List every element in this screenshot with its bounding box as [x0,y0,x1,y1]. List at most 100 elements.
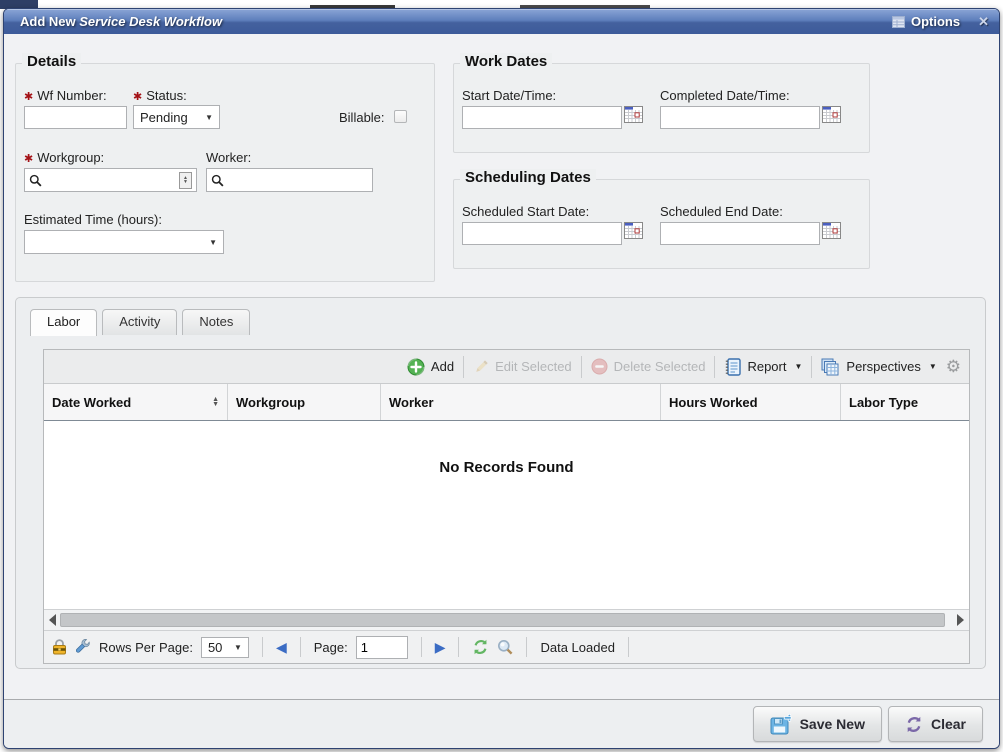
grid-body: No Records Found [44,421,969,609]
scheduled-start-field [462,222,643,245]
options-button[interactable]: Options [892,14,960,29]
tab-labor[interactable]: Labor [30,309,97,336]
worker-search-input[interactable] [224,170,368,190]
tab-notes[interactable]: Notes [182,309,250,335]
completed-datetime-label: Completed Date/Time: [660,88,790,103]
add-icon [407,358,425,376]
lock-icon[interactable] [52,639,67,655]
wrench-icon[interactable] [75,639,91,655]
status-divider [262,637,263,657]
chevron-down-icon: ▼ [201,238,217,247]
data-loaded-status: Data Loaded [540,640,614,655]
delete-selected-label: Delete Selected [614,359,706,374]
required-icon: ✱ [133,91,142,103]
page-label: Page: [314,640,348,655]
worker-search-field[interactable] [206,168,373,192]
grid-toolbar: Add Edit Selected Delete Sel [44,350,969,384]
calendar-icon[interactable] [822,106,841,123]
scroll-left-icon[interactable] [49,614,56,626]
refresh-icon[interactable] [472,639,489,655]
completed-datetime-field [660,106,841,129]
save-new-button[interactable]: Save New [753,706,882,742]
dialog-titlebar: Add New Service Desk Workflow Options ✕ [4,9,999,34]
clear-button[interactable]: Clear [888,706,983,742]
status-divider [421,637,422,657]
edit-selected-label: Edit Selected [495,359,572,374]
dialog-title-emphasis: Service Desk Workflow [79,14,222,29]
wf-number-label: ✱Wf Number: [24,88,107,103]
column-header-worker[interactable]: Worker [381,384,661,420]
chevron-down-icon: ▼ [794,362,802,371]
worker-label: Worker: [206,150,251,165]
column-header-date-worked[interactable]: Date Worked ▲ ▼ [44,384,228,420]
tab-strip: Labor Activity Notes [30,309,250,335]
add-button[interactable]: Add [407,358,454,376]
dialog-footer: Save New Clear [4,699,999,748]
rows-per-page-select[interactable]: 50 ▼ [201,637,249,658]
edit-selected-button[interactable]: Edit Selected [473,359,572,375]
scheduled-start-input[interactable] [462,222,622,245]
column-header-workgroup[interactable]: Workgroup [228,384,381,420]
required-icon: ✱ [24,153,33,165]
scroll-right-icon[interactable] [957,614,964,626]
delete-selected-button[interactable]: Delete Selected [591,358,706,375]
billable-label: Billable: [339,110,385,125]
column-header-labor-type[interactable]: Labor Type [841,384,969,420]
save-new-icon [770,714,792,735]
scheduling-dates-legend: Scheduling Dates [460,169,596,186]
workgroup-search-input[interactable] [42,170,179,190]
close-icon[interactable]: ✕ [978,14,989,30]
status-select[interactable]: Pending ▼ [133,105,220,129]
scrollbar-thumb[interactable] [60,613,945,627]
stepper-down-icon: ▼ [183,180,188,184]
search-icon [29,174,42,187]
wf-number-input[interactable] [24,106,127,129]
next-page-icon[interactable]: ▶ [435,640,446,654]
status-label: ✱Status: [133,88,187,103]
calendar-icon[interactable] [624,222,643,239]
previous-page-icon[interactable]: ◀ [276,640,287,654]
start-datetime-field [462,106,643,129]
report-icon [724,358,741,376]
scheduled-end-label: Scheduled End Date: [660,204,783,219]
gear-icon[interactable]: ⚙ [946,358,961,375]
calendar-icon[interactable] [822,222,841,239]
horizontal-scrollbar[interactable] [44,609,969,630]
workgroup-stepper-icon[interactable]: ▲ ▼ [179,172,192,189]
report-label: Report [747,359,786,374]
dialog-title: Add New Service Desk Workflow [20,14,222,29]
start-datetime-input[interactable] [462,106,622,129]
sort-desc-icon: ▼ [212,402,219,407]
workgroup-search-field[interactable]: ▲ ▼ [24,168,197,192]
grid-header-row: Date Worked ▲ ▼ Workgroup Worker Hours W… [44,384,969,421]
page-number-input[interactable] [356,636,408,659]
options-label: Options [911,14,960,29]
chevron-down-icon: ▼ [197,113,213,122]
chevron-down-icon: ▼ [929,362,937,371]
perspectives-button[interactable]: Perspectives ▼ [821,358,936,376]
chevron-down-icon: ▼ [226,643,242,652]
work-dates-section: Work Dates Start Date/Time: Completed Da… [453,63,870,153]
search-icon[interactable] [497,639,513,655]
screen: Add New Service Desk Workflow Options ✕ … [0,0,1003,752]
add-button-label: Add [431,359,454,374]
labor-grid: Add Edit Selected Delete Sel [43,349,970,664]
search-icon [211,174,224,187]
report-button[interactable]: Report ▼ [724,358,802,376]
status-divider [458,637,459,657]
tab-activity[interactable]: Activity [102,309,177,335]
sort-icon[interactable]: ▲ ▼ [212,397,219,407]
estimated-time-label: Estimated Time (hours): [24,212,162,227]
billable-checkbox[interactable] [394,110,407,123]
scheduled-end-field [660,222,841,245]
column-header-hours-worked[interactable]: Hours Worked [661,384,841,420]
scheduled-start-label: Scheduled Start Date: [462,204,589,219]
scheduled-end-input[interactable] [660,222,820,245]
details-legend: Details [22,53,81,70]
perspectives-icon [821,358,840,376]
completed-datetime-input[interactable] [660,106,820,129]
calendar-icon[interactable] [624,106,643,123]
perspectives-label: Perspectives [846,359,920,374]
add-workflow-dialog: Add New Service Desk Workflow Options ✕ … [3,8,1000,749]
estimated-time-select[interactable]: ▼ [24,230,224,254]
